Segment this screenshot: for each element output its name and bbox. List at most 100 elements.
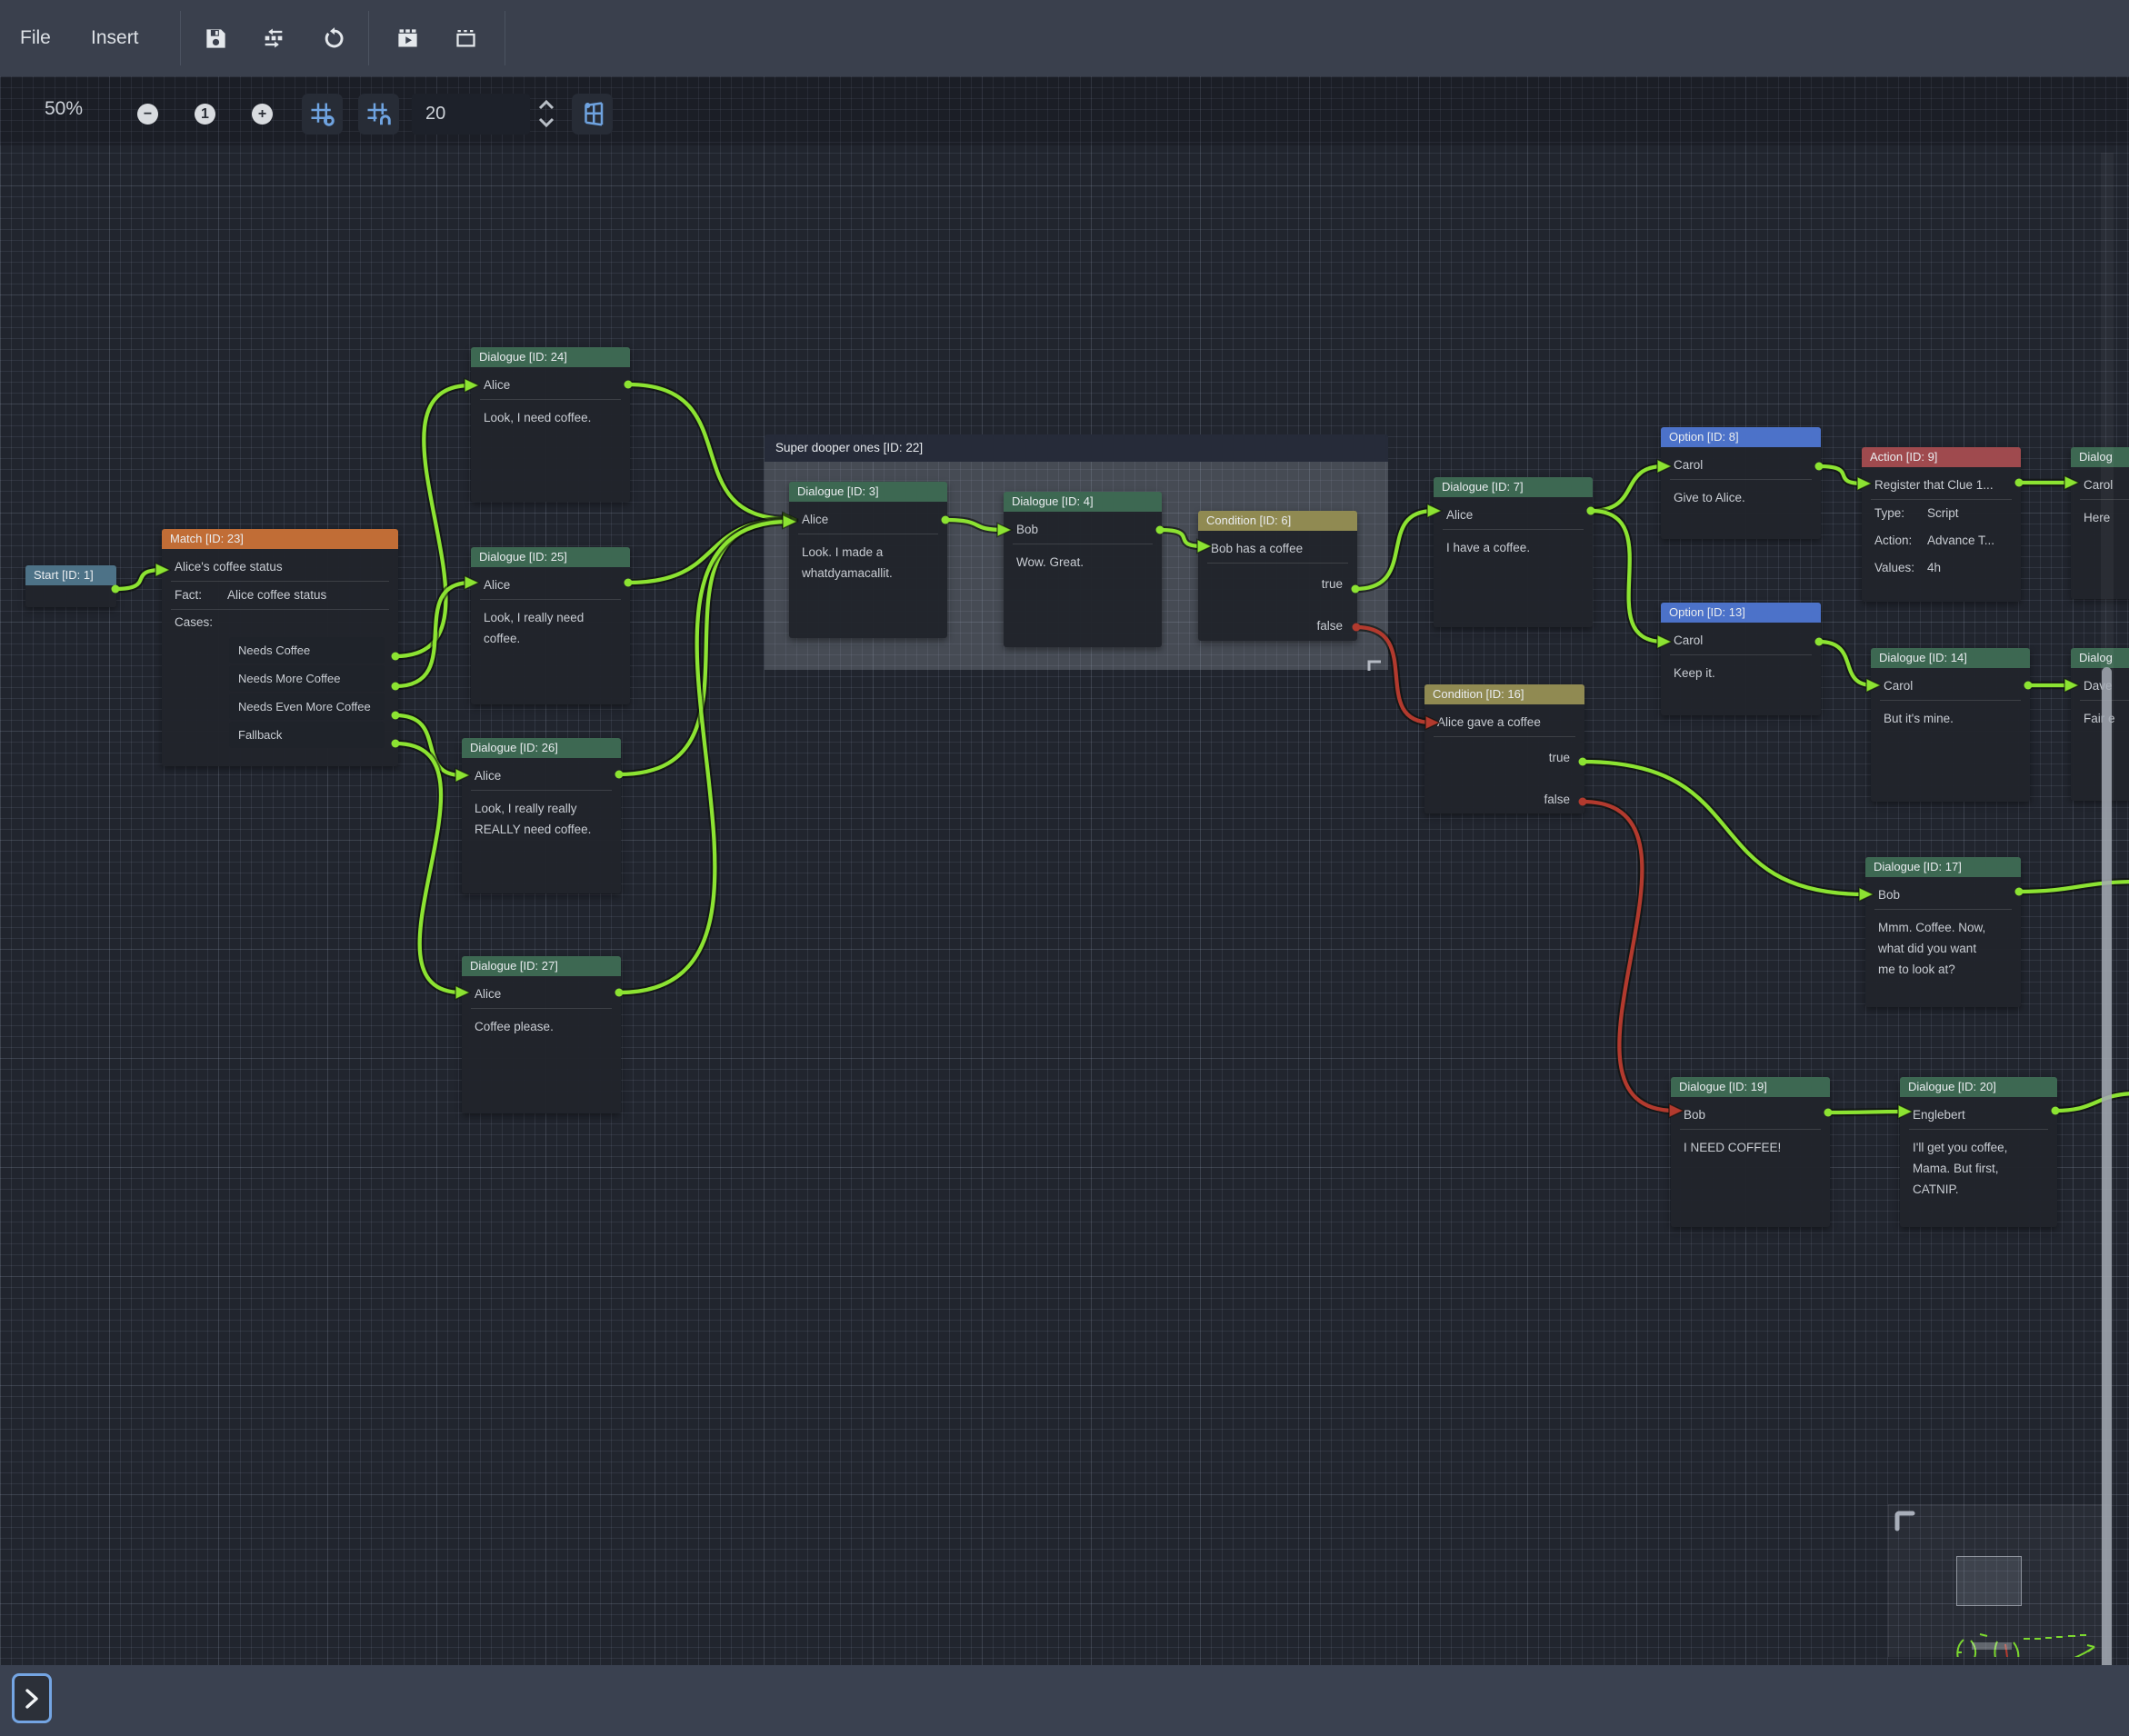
match-case[interactable]: Needs More Coffee: [229, 665, 385, 692]
snap-distance-input[interactable]: 20: [412, 94, 530, 135]
node-action-9[interactable]: Action [ID: 9]Register that Clue 1...Typ…: [1862, 447, 2021, 602]
node-title: Start [ID: 1]: [25, 565, 116, 585]
node-dialogue-14[interactable]: Dialogue [ID: 14]CarolBut it's mine.: [1871, 648, 2030, 802]
dialogue-text: Mmm. Coffee. Now,what did you wantme to …: [1865, 910, 2021, 980]
node-body: AliceLook. I made awhatdyamacallit.: [789, 502, 947, 638]
node-title: Dialogue [ID: 20]: [1900, 1077, 2057, 1097]
graph-canvas[interactable]: 50% − 1 + 20: [0, 76, 2129, 1665]
node-dialogue-20[interactable]: Dialogue [ID: 20]EnglebertI'll get you c…: [1900, 1077, 2057, 1227]
snap-grid-toggle[interactable]: [302, 94, 343, 135]
dialogue-text: I'll get you coffee,Mama. But first,CATN…: [1900, 1130, 2057, 1200]
node-option-13[interactable]: Option [ID: 13]CarolKeep it.: [1661, 603, 1821, 715]
wire: [619, 522, 789, 993]
dialogue-text: Look, I really reallyREALLY need coffee.: [462, 791, 621, 840]
group-title: Super dooper ones [ID: 22]: [765, 434, 1388, 462]
node-title: Dialogue [ID: 26]: [462, 738, 621, 758]
wire: [2055, 1093, 2129, 1111]
node-body: Bob has a coffeetruefalse: [1198, 531, 1357, 641]
minimap-grabber-icon[interactable]: [1894, 1510, 1921, 1537]
node-title: Dialogue [ID: 27]: [462, 956, 621, 976]
node-option-8[interactable]: Option [ID: 8]CarolGive to Alice.: [1661, 427, 1821, 539]
node-condition-6[interactable]: Condition [ID: 6]Bob has a coffeetruefal…: [1198, 511, 1357, 641]
node-body: CarolHere: [2071, 467, 2129, 599]
speaker-label: Carol: [1661, 452, 1821, 479]
spin-down-icon[interactable]: [535, 115, 557, 130]
node-start-1[interactable]: Start [ID: 1]: [25, 565, 116, 607]
wire: [1819, 466, 1864, 484]
node-body: CarolGive to Alice.: [1661, 447, 1821, 539]
node-body: Register that Clue 1...Type:ScriptAction…: [1862, 467, 2021, 602]
wire: [395, 583, 471, 686]
spin-up-icon[interactable]: [535, 96, 557, 112]
cases-label: Cases:: [162, 610, 398, 635]
menubar: File Insert: [0, 0, 2129, 76]
action-property-row: Values:4h: [1862, 554, 2021, 582]
minimap-group-bar: [1972, 1642, 2012, 1650]
node-title: Dialogue [ID: 3]: [789, 482, 947, 502]
minimap-wire: [2012, 1649, 2092, 1657]
node-condition-16[interactable]: Condition [ID: 16]Alice gave a coffeetru…: [1424, 684, 1584, 813]
node-dialogue-24[interactable]: Dialogue [ID: 24]AliceLook, I need coffe…: [471, 347, 630, 502]
match-case[interactable]: Fallback: [229, 722, 385, 748]
expand-panel-button[interactable]: [12, 1673, 52, 1723]
output-false-label: false: [1424, 788, 1584, 812]
minimap-toggle[interactable]: [572, 94, 613, 135]
node-dialogue-3[interactable]: Dialogue [ID: 3]AliceLook. I made awhatd…: [789, 482, 947, 638]
play-scene-icon[interactable]: [389, 0, 425, 76]
node-body: BobI NEED COFFEE!: [1671, 1097, 1830, 1227]
wire: [619, 521, 789, 774]
zoom-percent-label: 50%: [45, 98, 83, 120]
node-body: EnglebertI'll get you coffee,Mama. But f…: [1900, 1097, 2057, 1227]
toolbar-separator: [180, 11, 181, 65]
wire: [395, 743, 462, 993]
bottom-panel: [0, 1665, 2129, 1736]
wire: [395, 715, 462, 775]
new-scene-icon[interactable]: [447, 0, 484, 76]
node-body: AliceLook, I really needcoffee.: [471, 567, 630, 704]
minimap-wire: [1980, 1634, 1987, 1636]
toolbar-separator: [368, 11, 369, 65]
fact-row: Fact:Alice coffee status: [162, 582, 398, 609]
node-body: AliceLook, I need coffee.: [471, 367, 630, 502]
node-dialogue-cut-top[interactable]: DialogCarolHere: [2071, 447, 2129, 599]
minimap-panel[interactable]: [1888, 1504, 2110, 1657]
app-window: File Insert: [0, 0, 2129, 1736]
zoom-in-button[interactable]: +: [252, 104, 273, 125]
speaker-label: Dave: [2071, 673, 2129, 700]
speaker-label: Alice: [462, 981, 621, 1008]
zoom-out-button[interactable]: −: [137, 104, 158, 125]
menu-file[interactable]: File: [20, 0, 51, 76]
node-dialogue-26[interactable]: Dialogue [ID: 26]AliceLook, I really rea…: [462, 738, 621, 893]
node-title: Dialog: [2071, 648, 2129, 668]
node-dialogue-4[interactable]: Dialogue [ID: 4]BobWow. Great.: [1004, 492, 1162, 647]
node-title: Dialogue [ID: 24]: [471, 347, 630, 367]
zoom-reset-button[interactable]: 1: [195, 104, 215, 125]
save-icon[interactable]: [197, 0, 234, 76]
output-true-label: true: [1198, 573, 1357, 596]
node-match-23[interactable]: Match [ID: 23]Alice's coffee statusFact:…: [162, 529, 398, 766]
node-body: AliceLook, I really reallyREALLY need co…: [462, 758, 621, 893]
node-dialogue-cut-bottom[interactable]: DialogDaveFair e: [2071, 648, 2129, 801]
minimap-viewport[interactable]: [1956, 1556, 2022, 1606]
node-dialogue-25[interactable]: Dialogue [ID: 25]AliceLook, I really nee…: [471, 547, 630, 704]
menu-insert[interactable]: Insert: [91, 0, 139, 76]
minimap-wire: [2014, 1642, 2018, 1657]
match-case[interactable]: Needs Even More Coffee: [229, 693, 385, 720]
node-dialogue-27[interactable]: Dialogue [ID: 27]AliceCoffee please.: [462, 956, 621, 1113]
match-case[interactable]: Needs Coffee: [229, 637, 385, 663]
snap-connections-toggle[interactable]: [358, 94, 399, 135]
node-title: Option [ID: 13]: [1661, 603, 1821, 623]
translate-dialogue-icon[interactable]: [255, 0, 292, 76]
vertical-scrollbar[interactable]: [2101, 153, 2114, 1721]
node-title: Option [ID: 8]: [1661, 427, 1821, 447]
wire: [395, 583, 471, 686]
node-dialogue-17[interactable]: Dialogue [ID: 17]BobMmm. Coffee. Now,wha…: [1865, 857, 2021, 1007]
node-dialogue-7[interactable]: Dialogue [ID: 7]AliceI have a coffee.: [1434, 477, 1593, 627]
output-false-label: false: [1198, 614, 1357, 638]
node-title: Dialogue [ID: 4]: [1004, 492, 1162, 512]
property-label: Action:: [1874, 527, 1927, 554]
node-body: AliceI have a coffee.: [1434, 497, 1593, 627]
reset-icon[interactable]: [315, 0, 352, 76]
vertical-scrollbar-thumb[interactable]: [2102, 667, 2112, 1701]
node-dialogue-19[interactable]: Dialogue [ID: 19]BobI NEED COFFEE!: [1671, 1077, 1830, 1227]
